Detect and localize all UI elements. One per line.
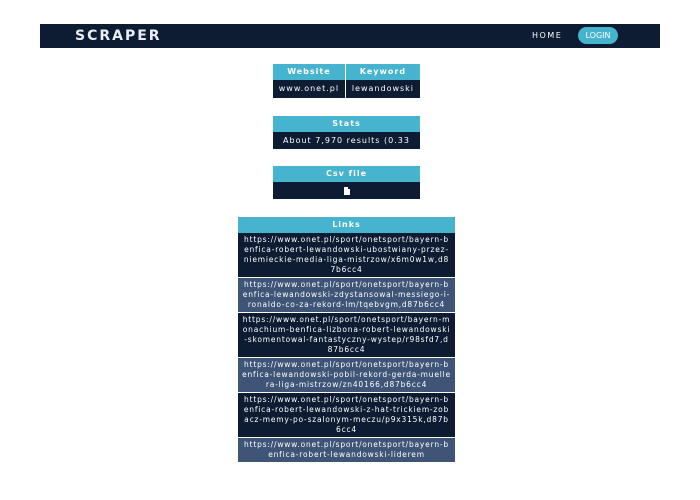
- links-table-container[interactable]: Links https://www.onet.pl/sport/onetspor…: [238, 217, 455, 473]
- links-table: Links https://www.onet.pl/sport/onetspor…: [238, 217, 455, 463]
- links-header: Links: [238, 217, 455, 233]
- link-row[interactable]: https://www.onet.pl/sport/onetsport/baye…: [238, 437, 455, 463]
- stats-value: About 7,970 results (0.33: [273, 132, 420, 149]
- keyword-header: Keyword: [345, 64, 420, 80]
- csv-header: Csv file: [273, 166, 420, 182]
- website-header: Website: [273, 64, 346, 80]
- nav-home-link[interactable]: HOME: [532, 30, 562, 42]
- link-row[interactable]: https://www.onet.pl/sport/onetsport/baye…: [238, 233, 455, 278]
- website-value: www.onet.pl: [273, 80, 346, 98]
- stats-table: Stats About 7,970 results (0.33: [273, 116, 420, 149]
- site-logo[interactable]: SCRAPER: [75, 26, 162, 46]
- search-info-table: Website Keyword www.onet.pl lewandowski: [273, 64, 420, 98]
- link-row[interactable]: https://www.onet.pl/sport/onetsport/baye…: [238, 312, 455, 358]
- link-row[interactable]: https://www.onet.pl/sport/onetsport/baye…: [238, 357, 455, 393]
- stats-header: Stats: [273, 116, 420, 132]
- link-row[interactable]: https://www.onet.pl/sport/onetsport/baye…: [238, 277, 455, 313]
- csv-table: Csv file: [273, 166, 420, 199]
- link-row[interactable]: https://www.onet.pl/sport/onetsport/baye…: [238, 392, 455, 438]
- keyword-value: lewandowski: [345, 80, 420, 98]
- csv-download-cell[interactable]: [273, 182, 420, 199]
- navbar: SCRAPER HOME LOGIN: [40, 24, 660, 48]
- login-button[interactable]: LOGIN: [578, 27, 618, 44]
- file-download-icon[interactable]: [343, 186, 350, 195]
